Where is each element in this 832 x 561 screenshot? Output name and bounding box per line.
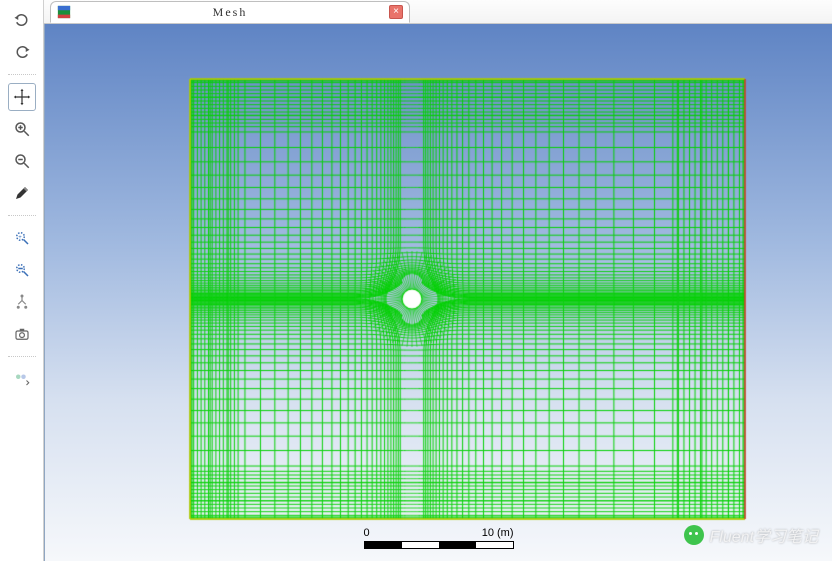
mesh-tab-icon: [57, 5, 71, 19]
zoom-fit-in-button[interactable]: +: [8, 224, 36, 252]
scale-bar: 0 10 (m): [364, 527, 514, 549]
zoom-in-button[interactable]: [8, 115, 36, 143]
redo-button[interactable]: [8, 38, 36, 66]
svg-text:+: +: [18, 235, 22, 241]
graphics-viewport[interactable]: 0 10 (m) Fluent学习笔记: [44, 24, 832, 561]
mesh-canvas: [45, 24, 832, 561]
camera-button[interactable]: [8, 320, 36, 348]
vertical-toolbar: +: [0, 0, 44, 561]
toolbar-separator: [8, 215, 36, 216]
tab-mesh[interactable]: Mesh ×: [50, 1, 410, 23]
pan-button[interactable]: [8, 83, 36, 111]
toolbar-separator: [8, 74, 36, 75]
probe-button[interactable]: [8, 179, 36, 207]
work-area: Mesh × 0 10 (m) Fluent学习笔记: [44, 0, 832, 561]
tab-strip: Mesh ×: [44, 0, 832, 24]
tab-title: Mesh: [213, 5, 248, 20]
scale-max: 10 (m): [482, 527, 514, 539]
branch-button[interactable]: [8, 288, 36, 316]
close-icon[interactable]: ×: [389, 5, 403, 19]
views-button[interactable]: [8, 365, 36, 393]
toolbar-separator: [8, 356, 36, 357]
undo-button[interactable]: [8, 6, 36, 34]
zoom-fit-out-button[interactable]: [8, 256, 36, 284]
zoom-out-button[interactable]: [8, 147, 36, 175]
scale-min: 0: [364, 527, 370, 539]
